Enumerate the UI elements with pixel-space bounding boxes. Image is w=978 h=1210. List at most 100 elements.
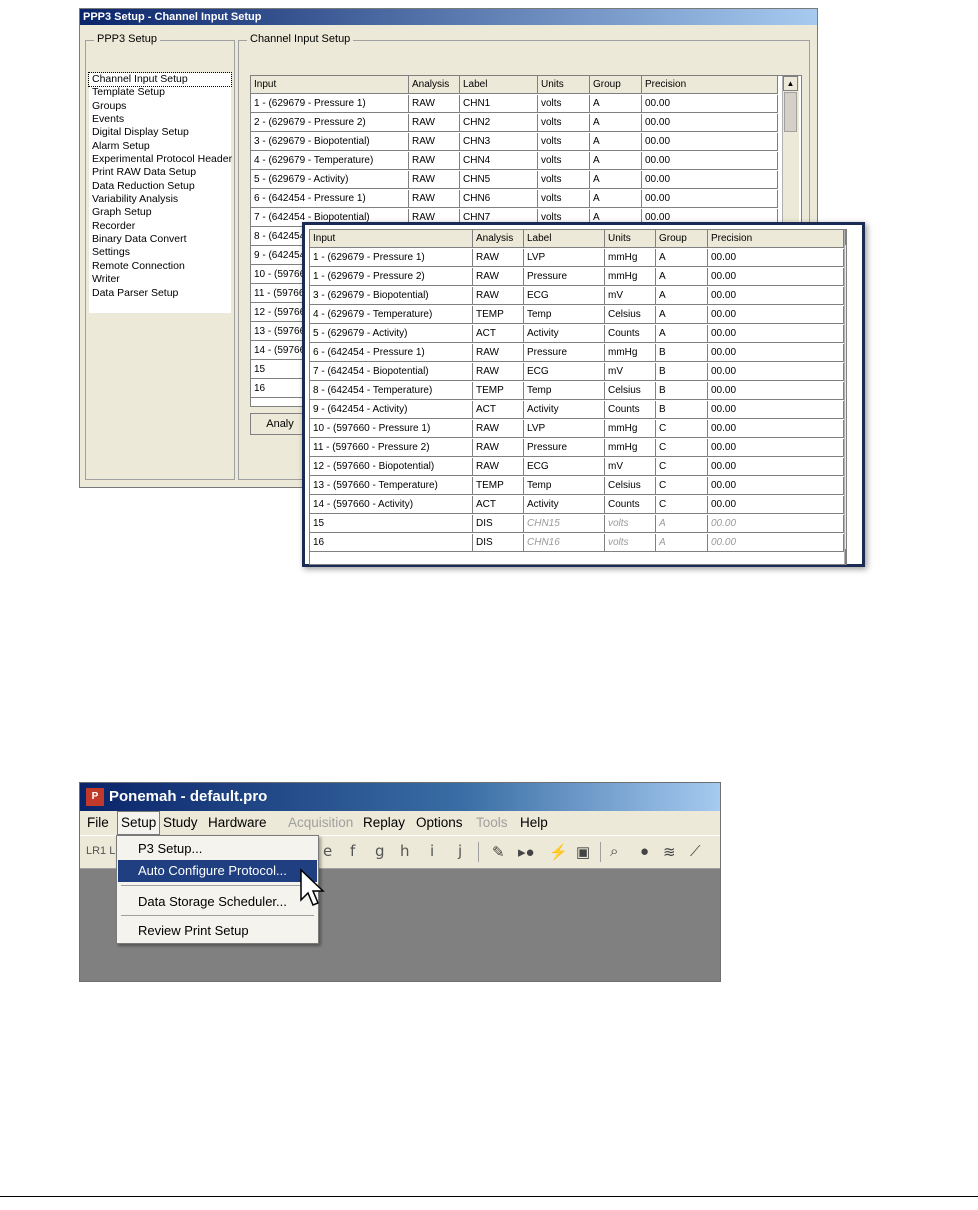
table-cell-analysis[interactable]: ACT <box>473 401 524 419</box>
table-cell-analysis[interactable]: RAW <box>409 171 460 189</box>
menu-tools[interactable]: Tools <box>473 811 511 835</box>
nav-item[interactable]: Groups <box>89 100 231 113</box>
table-cell-analysis[interactable]: RAW <box>409 114 460 132</box>
nav-item[interactable]: Template Setup <box>89 86 231 99</box>
table-cell-units[interactable]: mmHg <box>605 344 656 362</box>
table-cell-input[interactable]: 1 - (629679 - Pressure 2) <box>310 268 473 286</box>
table-cell-group[interactable]: A <box>590 114 642 132</box>
table-cell-input[interactable]: 4 - (629679 - Temperature) <box>310 306 473 324</box>
table-cell-label[interactable]: CHN2 <box>460 114 538 132</box>
table-cell-analysis[interactable]: ACT <box>473 325 524 343</box>
table-cell-label[interactable]: Activity <box>524 401 605 419</box>
toolbar-key-h[interactable]: h <box>400 842 410 860</box>
table-cell-units[interactable]: Celsius <box>605 477 656 495</box>
table-cell-units[interactable]: Celsius <box>605 382 656 400</box>
signal-icon[interactable]: ≋ <box>663 843 676 861</box>
table-cell-label[interactable]: Temp <box>524 306 605 324</box>
menu-options[interactable]: Options <box>413 811 466 835</box>
nav-item[interactable]: Recorder <box>89 220 231 233</box>
table-cell-input[interactable]: 3 - (629679 - Biopotential) <box>310 287 473 305</box>
table-cell-analysis[interactable]: RAW <box>473 287 524 305</box>
table-cell-label[interactable]: Activity <box>524 325 605 343</box>
table-cell-label[interactable]: LVP <box>524 420 605 438</box>
table-cell-units[interactable]: volts <box>538 152 590 170</box>
table-cell-group[interactable]: C <box>656 420 708 438</box>
table-cell-analysis[interactable]: RAW <box>409 95 460 113</box>
table-cell-input[interactable]: 1 - (629679 - Pressure 1) <box>251 95 409 113</box>
table-cell-group[interactable]: B <box>656 363 708 381</box>
table-cell-units[interactable]: mmHg <box>605 249 656 267</box>
table-cell-precision[interactable]: 00.00 <box>708 268 844 286</box>
table-cell-input[interactable]: 13 - (597660 - Temperature) <box>310 477 473 495</box>
edit-icon[interactable]: ✎ <box>492 843 505 861</box>
nav-item[interactable]: Data Parser Setup <box>89 287 231 300</box>
menu-item-auto-configure-protocol[interactable]: Auto Configure Protocol... <box>118 860 317 882</box>
table-cell-input[interactable]: 5 - (629679 - Activity) <box>310 325 473 343</box>
table-cell-analysis[interactable]: RAW <box>473 420 524 438</box>
table-cell-analysis[interactable]: RAW <box>409 133 460 151</box>
table-cell-precision[interactable]: 00.00 <box>708 496 844 514</box>
table-cell-analysis[interactable]: DIS <box>473 534 524 552</box>
menu-hardware[interactable]: Hardware <box>205 811 270 835</box>
nav-item[interactable]: Alarm Setup <box>89 140 231 153</box>
table-cell-units[interactable]: mV <box>605 363 656 381</box>
nav-item[interactable]: Binary Data Convert <box>89 233 231 246</box>
table-cell-units[interactable]: mmHg <box>605 439 656 457</box>
table-cell-analysis[interactable]: RAW <box>473 344 524 362</box>
table-cell-group[interactable]: A <box>656 325 708 343</box>
column-header-input[interactable]: Input <box>310 230 473 248</box>
nav-item[interactable]: Events <box>89 113 231 126</box>
table-cell-analysis[interactable]: RAW <box>409 152 460 170</box>
table-cell-precision[interactable]: 00.00 <box>708 439 844 457</box>
table-cell-units[interactable]: volts <box>605 515 656 533</box>
table-cell-label[interactable]: CHN1 <box>460 95 538 113</box>
table-cell-analysis[interactable]: RAW <box>409 190 460 208</box>
menu-item-data-storage-scheduler[interactable]: Data Storage Scheduler... <box>118 891 317 913</box>
table-cell-units[interactable]: Counts <box>605 496 656 514</box>
nav-item[interactable]: Digital Display Setup <box>89 126 231 139</box>
table-cell-units[interactable]: mmHg <box>605 420 656 438</box>
table-cell-input[interactable]: 4 - (629679 - Temperature) <box>251 152 409 170</box>
table-cell-group[interactable]: A <box>590 171 642 189</box>
chart-icon[interactable]: ⟋ <box>690 843 701 860</box>
vertical-scrollbar[interactable]: ▲▼ <box>844 230 846 564</box>
table-cell-precision[interactable]: 00.00 <box>708 325 844 343</box>
table-cell-label[interactable]: ECG <box>524 458 605 476</box>
table-cell-input[interactable]: 6 - (642454 - Pressure 1) <box>310 344 473 362</box>
column-header-units[interactable]: Units <box>605 230 656 248</box>
table-cell-label[interactable]: LVP <box>524 249 605 267</box>
binoculars-icon[interactable]: ⌕ <box>610 843 618 860</box>
table-cell-group[interactable]: A <box>656 268 708 286</box>
table-cell-group[interactable]: A <box>656 534 708 552</box>
table-cell-group[interactable]: A <box>656 287 708 305</box>
table-cell-precision[interactable]: 00.00 <box>708 249 844 267</box>
table-cell-label[interactable]: Activity <box>524 496 605 514</box>
nav-item[interactable]: Channel Input Setup <box>88 71 232 88</box>
toolbar-key-f[interactable]: f <box>350 842 355 860</box>
column-header-label[interactable]: Label <box>460 76 538 94</box>
table-cell-label[interactable]: CHN4 <box>460 152 538 170</box>
column-header-analysis[interactable]: Analysis <box>473 230 524 248</box>
table-cell-units[interactable]: mmHg <box>605 268 656 286</box>
table-cell-input[interactable]: 16 <box>310 534 473 552</box>
table-cell-units[interactable]: volts <box>538 114 590 132</box>
table-cell-group[interactable]: B <box>656 401 708 419</box>
table-cell-input[interactable]: 12 - (597660 - Biopotential) <box>310 458 473 476</box>
table-cell-input[interactable]: 3 - (629679 - Biopotential) <box>251 133 409 151</box>
table-cell-input[interactable]: 1 - (629679 - Pressure 1) <box>310 249 473 267</box>
table-cell-units[interactable]: volts <box>605 534 656 552</box>
menu-study[interactable]: Study <box>160 811 201 835</box>
table-cell-input[interactable]: 14 - (597660 - Activity) <box>310 496 473 514</box>
menu-help[interactable]: Help <box>517 811 551 835</box>
table-cell-units[interactable]: Celsius <box>605 306 656 324</box>
table-cell-label[interactable]: Pressure <box>524 439 605 457</box>
nav-item[interactable]: Settings <box>89 246 231 259</box>
table-cell-analysis[interactable]: ACT <box>473 496 524 514</box>
scroll-up-icon[interactable]: ▲ <box>845 230 846 245</box>
toolbar-key-i[interactable]: i <box>430 842 434 860</box>
table-cell-group[interactable]: B <box>656 344 708 362</box>
nav-item[interactable]: Graph Setup <box>89 206 231 219</box>
table-cell-analysis[interactable]: TEMP <box>473 306 524 324</box>
column-header-input[interactable]: Input <box>251 76 409 94</box>
play-record-icon[interactable]: ▸● <box>518 843 535 861</box>
